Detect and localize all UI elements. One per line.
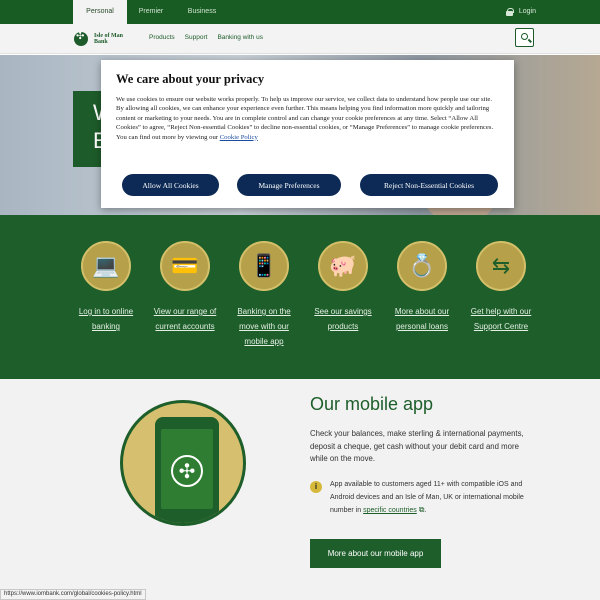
nav-banking-with-us[interactable]: Banking with us — [217, 34, 263, 41]
ring-icon: 💍 — [397, 241, 447, 291]
laptop-glyph: 💻 — [92, 253, 120, 278]
info-icon: i — [310, 481, 322, 493]
mobile-app-section: ✣ Our mobile app Check your balances, ma… — [0, 379, 600, 600]
mobile-app-description: Check your balances, make sterling & int… — [310, 429, 524, 463]
quick-link-personal-loans[interactable]: 💍 More about our personal loans — [387, 241, 457, 334]
cookie-policy-link[interactable]: Cookie Policy — [220, 134, 258, 141]
bank-logo[interactable]: Isle of Man Bank — [74, 31, 123, 46]
mobile-app-illustration: ✣ — [120, 400, 246, 526]
tab-personal[interactable]: Personal — [73, 0, 127, 24]
logo-line-2: Bank — [94, 39, 108, 45]
quick-link-current-accounts[interactable]: 💳 View our range of current accounts — [150, 241, 220, 334]
piggy-glyph: 🐖 — [329, 253, 357, 278]
quick-links-band: 💻 Log in to online banking 💳 View our ra… — [0, 215, 600, 379]
lock-icon — [505, 8, 514, 16]
quick-link-label: Banking on the move with our mobile app — [237, 307, 291, 346]
phone-screen: ✣ — [161, 429, 213, 509]
mobile-app-cta-button[interactable]: More about our mobile app — [310, 539, 441, 568]
quick-link-label: More about our personal loans — [394, 307, 450, 331]
reject-non-essential-button[interactable]: Reject Non-Essential Cookies — [360, 174, 498, 196]
mobile-app-title: Our mobile app — [310, 394, 434, 414]
login-label: Login — [518, 8, 536, 15]
nav-support[interactable]: Support — [185, 34, 208, 41]
manage-preferences-button[interactable]: Manage Preferences — [237, 174, 341, 196]
top-bar: Personal Premier Business Login — [0, 0, 600, 24]
search-icon — [521, 33, 528, 40]
triskelion-icon — [74, 31, 88, 46]
allow-all-cookies-button[interactable]: Allow All Cookies — [122, 174, 219, 196]
note-suffix: . — [424, 507, 427, 514]
quick-link-support-centre[interactable]: ⇆ Get help with our Support Centre — [466, 241, 536, 334]
mobile-phone-icon: 📱 — [239, 241, 289, 291]
quick-link-mobile-app[interactable]: 📱 Banking on the move with our mobile ap… — [229, 241, 299, 349]
quick-link-label: Get help with our Support Centre — [470, 307, 532, 331]
main-nav: Isle of Man Bank Products Support Bankin… — [0, 24, 600, 54]
login-link[interactable]: Login — [505, 0, 536, 24]
ring-glyph: 💍 — [408, 253, 436, 278]
piggy-bank-icon: 🐖 — [318, 241, 368, 291]
privacy-dialog: We care about your privacy We use cookie… — [101, 60, 514, 208]
tab-premier[interactable]: Premier — [127, 0, 175, 24]
quick-link-savings[interactable]: 🐖 See our savings products — [308, 241, 378, 334]
laptop-icon: 💻 — [81, 241, 131, 291]
cards-icon: 💳 — [160, 241, 210, 291]
note-prefix: App available to customers aged 11+ with… — [330, 481, 524, 514]
phone-icon: ✣ — [155, 417, 219, 523]
tab-business[interactable]: Business — [175, 0, 229, 24]
search-button[interactable] — [515, 28, 534, 47]
privacy-body: We use cookies to ensure our website wor… — [116, 95, 499, 142]
triskelion-icon: ✣ — [171, 455, 203, 487]
note-text: App available to customers aged 11+ with… — [330, 479, 535, 518]
quick-link-label: See our savings products — [314, 307, 372, 331]
cards-glyph: 💳 — [171, 253, 199, 278]
quick-link-label: View our range of current accounts — [153, 307, 217, 331]
mobile-glyph: 📱 — [250, 253, 278, 278]
privacy-title: We care about your privacy — [116, 72, 265, 86]
signpost-icon: ⇆ — [476, 241, 526, 291]
mobile-app-note: i App available to customers aged 11+ wi… — [310, 479, 535, 518]
privacy-body-text: We use cookies to ensure our website wor… — [116, 96, 494, 141]
logo-text: Isle of Man Bank — [94, 33, 123, 45]
specific-countries-link[interactable]: specific countries — [363, 507, 417, 514]
status-url: https://www.iombank.com/global/cookies-p… — [0, 589, 146, 600]
signpost-glyph: ⇆ — [491, 253, 511, 278]
quick-link-label: Log in to online banking — [78, 307, 134, 331]
nav-products[interactable]: Products — [149, 34, 175, 41]
nav-links: Products Support Banking with us — [149, 34, 263, 41]
quick-link-online-banking[interactable]: 💻 Log in to online banking — [71, 241, 141, 334]
